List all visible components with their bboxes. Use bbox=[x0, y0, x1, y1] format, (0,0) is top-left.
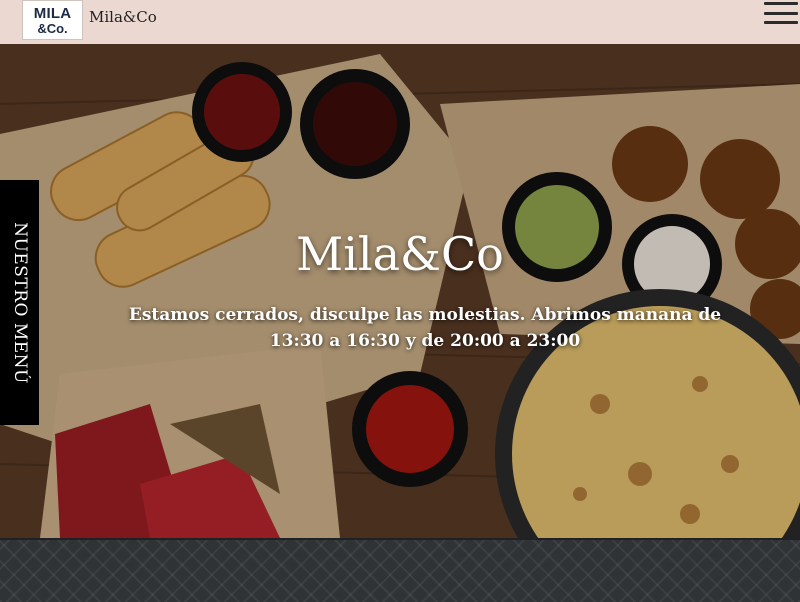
hero-overlay bbox=[0, 44, 800, 538]
top-header: MILA &Co. Mila&Co bbox=[0, 0, 800, 44]
hamburger-line bbox=[764, 21, 798, 24]
brand-logo[interactable]: MILA &Co. bbox=[22, 0, 83, 40]
logo-text-co: &Co. bbox=[37, 20, 68, 36]
hero-title: Mila&Co bbox=[296, 227, 504, 281]
brand-name[interactable]: Mila&Co bbox=[89, 8, 157, 26]
logo-text-mila: MILA bbox=[33, 4, 72, 22]
opening-hours-notice: Estamos cerrados, disculpe las molestias… bbox=[128, 305, 722, 351]
footer-pattern bbox=[0, 538, 800, 602]
our-menu-tab[interactable]: NUESTRO MENÚ bbox=[0, 180, 39, 425]
hamburger-icon[interactable] bbox=[764, 2, 798, 24]
hero-banner: Mila&Co Estamos cerrados, disculpe las m… bbox=[0, 44, 800, 538]
our-menu-tab-label: NUESTRO MENÚ bbox=[9, 221, 30, 384]
hamburger-line bbox=[764, 11, 798, 15]
hamburger-line bbox=[764, 2, 798, 5]
